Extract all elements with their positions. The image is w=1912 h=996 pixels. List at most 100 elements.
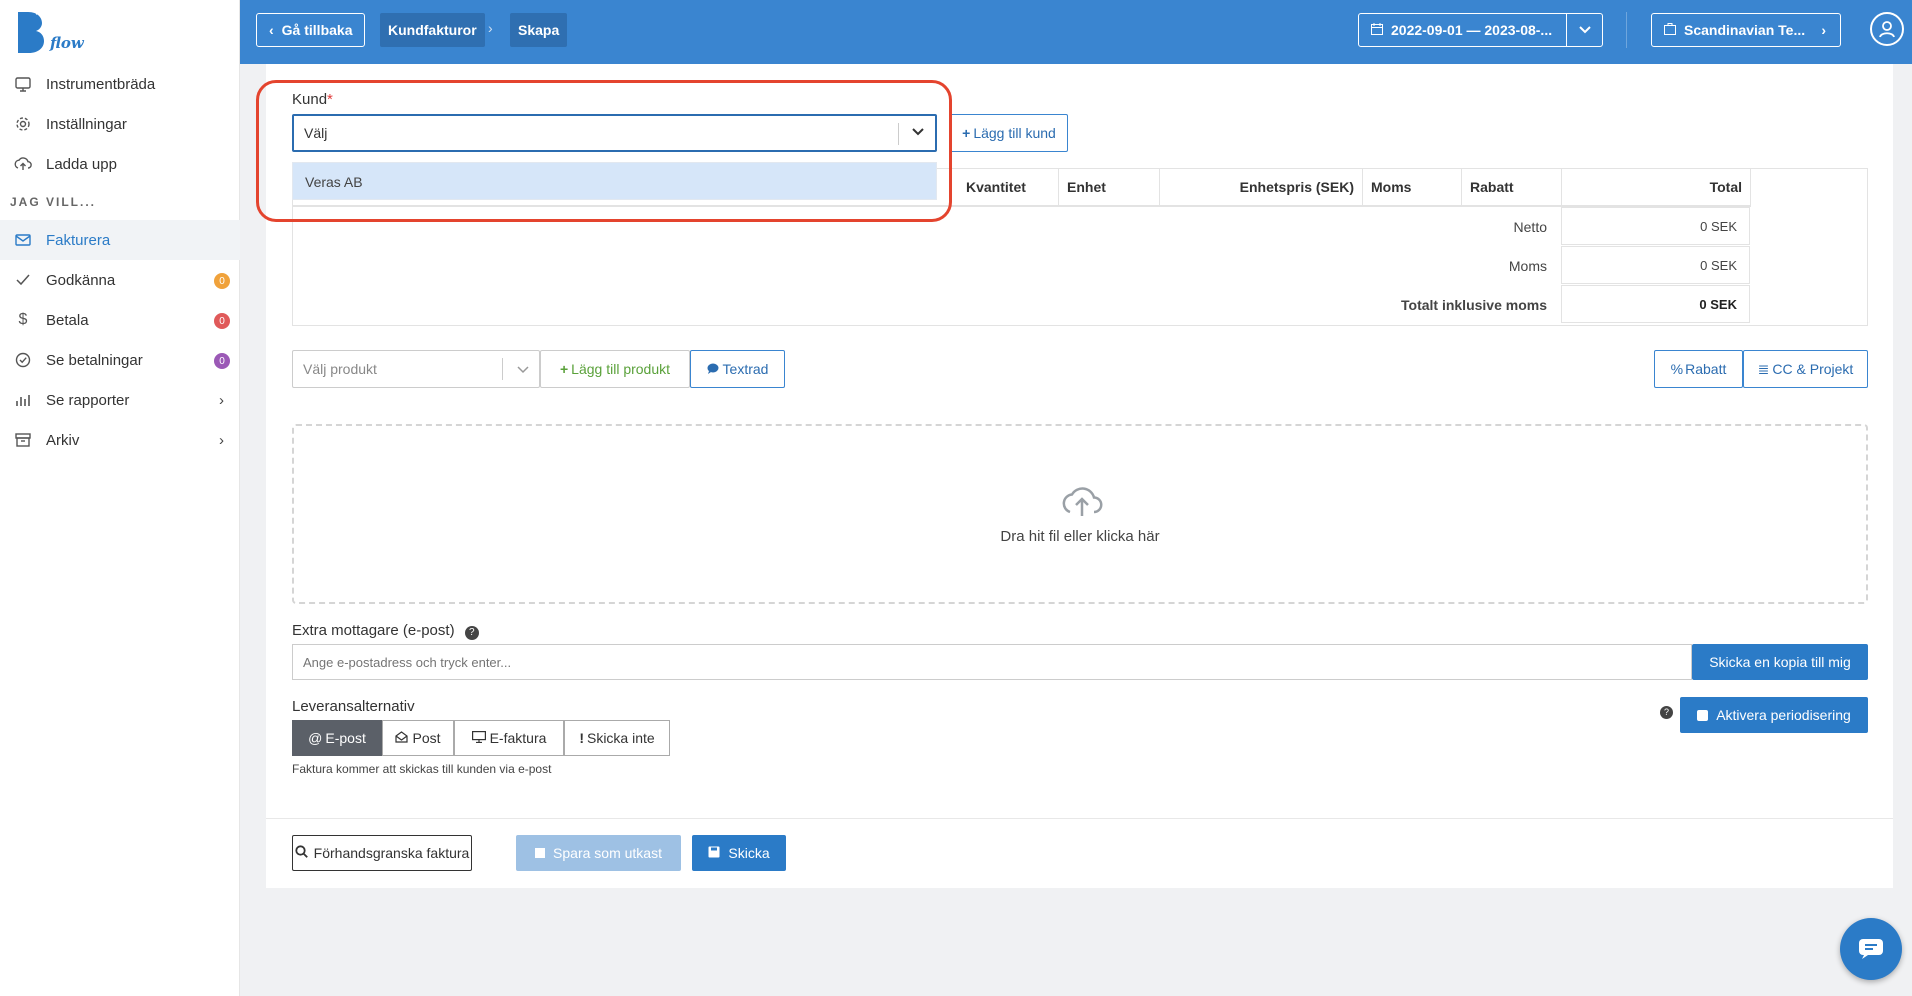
topbar-divider <box>1626 12 1627 48</box>
table-header-discount: Rabatt <box>1462 169 1562 207</box>
cloud-upload-icon <box>1058 482 1106 524</box>
customer-select[interactable]: Välj <box>292 114 937 152</box>
delivery-option-post[interactable]: Post <box>382 720 454 756</box>
required-mark: * <box>327 91 333 108</box>
delivery-option-label: E-faktura <box>489 730 547 746</box>
envelope-icon <box>14 231 32 249</box>
archive-icon <box>14 431 32 449</box>
sidebar: flow Instrumentbräda Inställningar Ladda… <box>0 0 240 996</box>
breadcrumb-invoices[interactable]: Kundfakturor <box>380 13 485 47</box>
pay-count-badge: 0 <box>214 313 230 329</box>
delivery-option-einvoice[interactable]: E-faktura <box>454 720 564 756</box>
monitor-icon <box>14 75 32 93</box>
select-divider <box>898 123 899 145</box>
payments-count-badge: 0 <box>214 353 230 369</box>
activate-periodization-label: Aktivera periodisering <box>1716 707 1851 723</box>
user-avatar[interactable] <box>1870 12 1904 46</box>
back-button[interactable]: ‹ Gå tillbaka <box>256 13 366 47</box>
sidebar-item-label: Se betalningar <box>46 351 143 369</box>
help-icon[interactable]: ? <box>1660 706 1673 719</box>
dropzone-text: Dra hit fil eller klicka här <box>1000 528 1160 545</box>
activate-periodization-button[interactable]: Aktivera periodisering <box>1680 697 1868 733</box>
cc-project-button[interactable]: ≣ CC & Projekt <box>1743 350 1868 388</box>
comment-icon <box>707 361 719 377</box>
sidebar-item-approve[interactable]: Godkänna 0 <box>0 260 240 300</box>
summary-vat-value: 0 SEK <box>1561 246 1750 284</box>
save-draft-button[interactable]: Spara som utkast <box>516 835 681 871</box>
flow-logo[interactable]: flow <box>14 8 84 58</box>
table-header-quantity: Kvantitet <box>958 169 1059 207</box>
help-icon[interactable]: ? <box>464 626 479 640</box>
chevron-down-icon[interactable] <box>1566 14 1602 46</box>
customer-select-value: Välj <box>304 125 328 141</box>
delivery-option-none[interactable]: ! Skicka inte <box>564 720 670 756</box>
send-invoice-button[interactable]: Skicka <box>692 835 786 871</box>
preview-invoice-button[interactable]: Förhandsgranska faktura <box>292 835 472 871</box>
sidebar-item-label: Fakturera <box>46 231 111 249</box>
cloud-upload-icon <box>14 155 32 173</box>
sidebar-item-reports[interactable]: Se rapporter › <box>0 380 240 420</box>
discount-button[interactable]: % Rabatt <box>1654 350 1743 388</box>
summary-net-value: 0 SEK <box>1561 207 1750 245</box>
sidebar-item-label: Betala <box>46 311 89 329</box>
date-range-picker[interactable]: 2022-09-01 — 2023-08-... <box>1358 13 1603 47</box>
text-row-button[interactable]: Textrad <box>690 350 785 388</box>
chat-widget-button[interactable] <box>1840 918 1902 980</box>
at-icon: @ <box>308 730 323 746</box>
check-circle-icon <box>14 351 32 369</box>
chevron-right-icon: › <box>219 392 224 409</box>
customer-label-text: Kund <box>292 91 328 108</box>
chat-icon <box>1859 939 1883 959</box>
date-range-value: 2022-09-01 — 2023-08-... <box>1391 22 1553 38</box>
save-icon <box>708 845 720 861</box>
sidebar-item-payments[interactable]: Se betalningar 0 <box>0 340 240 380</box>
chevron-down-icon[interactable] <box>911 124 925 144</box>
top-bar: ‹ Gå tillbaka Kundfakturor › Skapa 2022-… <box>240 0 1912 64</box>
sidebar-item-pay[interactable]: $ Betala 0 <box>0 300 240 340</box>
table-header-vat: Moms <box>1363 169 1462 207</box>
calendar-icon <box>1371 22 1383 38</box>
sidebar-item-upload[interactable]: Ladda upp <box>0 144 240 184</box>
delivery-option-email[interactable]: @ E-post <box>292 720 382 756</box>
sidebar-item-invoice[interactable]: Fakturera <box>0 220 240 260</box>
breadcrumb-separator: › <box>488 20 493 36</box>
send-copy-to-me-button[interactable]: Skicka en kopia till mig <box>1692 644 1868 680</box>
add-product-label: Lägg till produkt <box>571 361 671 377</box>
gear-icon <box>14 115 32 133</box>
file-dropzone[interactable]: Dra hit fil eller klicka här <box>292 424 1868 604</box>
customer-dropdown-option[interactable]: Veras AB <box>292 162 937 200</box>
text-row-label: Textrad <box>722 361 769 377</box>
sidebar-item-label: Inställningar <box>46 115 127 133</box>
footer-divider <box>266 818 1893 819</box>
add-product-button[interactable]: + Lägg till produkt <box>540 350 690 388</box>
dollar-icon: $ <box>18 311 28 328</box>
delivery-option-label: E-post <box>325 730 366 746</box>
desktop-icon <box>471 730 486 746</box>
customer-option-label: Veras AB <box>305 174 363 190</box>
breadcrumb-create[interactable]: Skapa <box>510 13 568 47</box>
company-name: Scandinavian Te... <box>1684 22 1806 38</box>
sidebar-item-settings[interactable]: Inställningar <box>0 104 240 144</box>
customer-label: Kund* <box>292 91 333 108</box>
chevron-left-icon: ‹ <box>269 22 274 38</box>
preview-label: Förhandsgranska faktura <box>313 845 470 861</box>
company-selector[interactable]: Scandinavian Te... › <box>1651 13 1841 47</box>
add-customer-button[interactable]: + Lägg till kund <box>950 114 1068 152</box>
extra-recipients-input[interactable] <box>292 644 1692 680</box>
exclamation-icon: ! <box>579 730 584 746</box>
sidebar-item-archive[interactable]: Arkiv › <box>0 420 240 460</box>
search-icon <box>295 845 308 861</box>
summary-net-label: Netto <box>1513 219 1547 235</box>
note-icon <box>535 848 546 858</box>
select-divider <box>502 358 503 380</box>
add-customer-label: Lägg till kund <box>973 125 1056 141</box>
delivery-option-label: Post <box>412 730 441 746</box>
delivery-note: Faktura kommer att skickas till kunden v… <box>292 762 552 776</box>
sidebar-item-dashboard[interactable]: Instrumentbräda <box>0 64 240 104</box>
table-header-unit-price: Enhetspris (SEK) <box>1160 169 1363 207</box>
summary-total-value: 0 SEK <box>1561 285 1750 323</box>
product-select[interactable]: Välj produkt <box>292 350 540 388</box>
summary-vat-label: Moms <box>1508 258 1547 274</box>
sidebar-item-label: Instrumentbräda <box>46 75 156 93</box>
sidebar-item-label: Se rapporter <box>46 391 130 409</box>
